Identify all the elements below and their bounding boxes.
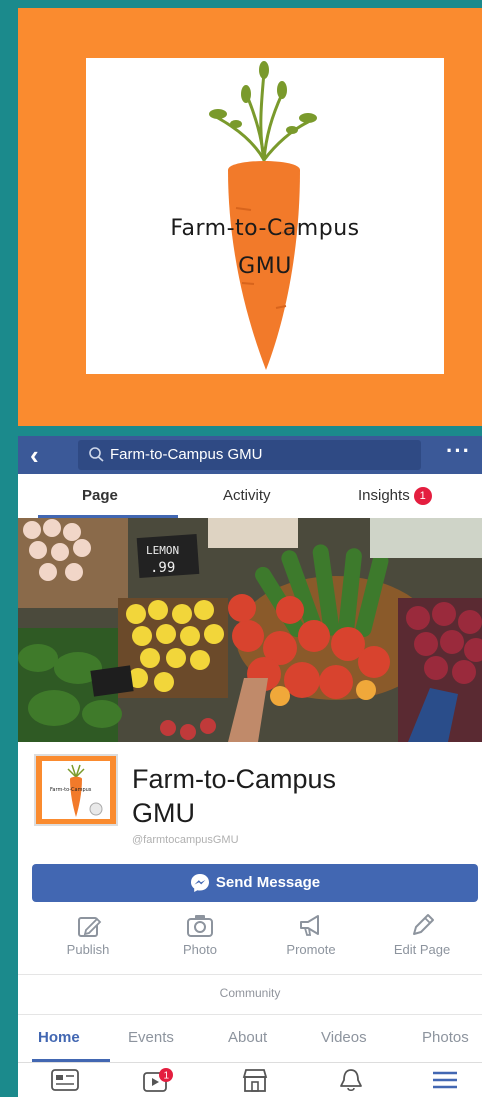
page-section-tabs: Home Events About Videos Photos <box>18 1014 482 1062</box>
search-field[interactable]: Farm-to-Campus GMU <box>78 440 421 470</box>
page-name-line1: Farm-to-Campus <box>132 764 337 794</box>
megaphone-icon <box>263 910 359 940</box>
svg-text:.99: .99 <box>150 560 175 576</box>
insights-badge: 1 <box>413 487 432 506</box>
send-message-label: Send Message <box>215 874 321 891</box>
page-actions: Publish Photo Promote Edit Page <box>18 910 482 974</box>
svg-text:Farm-to-Campus: Farm-to-Campus <box>50 787 92 793</box>
search-text: Farm-to-Campus GMU <box>110 446 263 463</box>
top-bar: ‹ Farm-to-Campus GMU ··· <box>18 436 482 474</box>
divider <box>18 974 482 975</box>
promote-label: Promote <box>286 942 336 957</box>
camera-icon <box>152 910 248 940</box>
edit-page-label: Edit Page <box>393 942 451 957</box>
cover-photo[interactable]: LEMON .99 <box>18 518 482 742</box>
video-icon[interactable]: 1 <box>142 1067 173 1093</box>
tab-page[interactable]: Page <box>82 474 118 518</box>
photo-label: Photo <box>183 942 217 957</box>
publish-label: Publish <box>66 942 110 957</box>
svg-text:LEMON: LEMON <box>146 544 179 557</box>
logo-panel: Farm-to-Campus GMU <box>18 8 482 426</box>
page-tabs: Page Activity Insights 1 <box>18 474 482 519</box>
page-handle: @farmtocampusGMU <box>132 834 239 846</box>
page-name-line2: GMU <box>132 798 195 828</box>
tab-events[interactable]: Events <box>128 1014 174 1062</box>
tab-page-label: Page <box>82 487 118 504</box>
screenshot-frame: Farm-to-Campus GMU ‹ Farm-to-Campus GMU … <box>18 8 482 1097</box>
promote-button[interactable]: Promote <box>263 910 359 957</box>
back-arrow-icon[interactable]: ‹ <box>30 440 39 470</box>
edit-square-icon <box>40 910 136 940</box>
video-badge: 1 <box>164 1071 170 1082</box>
logo-card: Farm-to-Campus GMU <box>86 58 444 374</box>
tab-home[interactable]: Home <box>38 1014 80 1062</box>
bottom-navigation: 1 <box>18 1062 482 1097</box>
tab-about[interactable]: About <box>228 1014 267 1062</box>
logo-title-line1: Farm-to-Campus <box>170 216 360 241</box>
tab-activity-label: Activity <box>223 487 271 504</box>
bell-icon[interactable] <box>336 1067 366 1093</box>
news-feed-icon[interactable] <box>50 1067 80 1093</box>
facebook-page-screen: ‹ Farm-to-Campus GMU ··· Page Activity I… <box>18 436 482 1097</box>
photo-button[interactable]: Photo <box>152 910 248 957</box>
tab-photos[interactable]: Photos <box>422 1014 469 1062</box>
tab-insights[interactable]: Insights 1 <box>358 474 432 518</box>
pencil-icon <box>374 910 470 940</box>
send-message-button[interactable]: Send Message <box>32 864 478 902</box>
tab-activity[interactable]: Activity <box>223 474 271 518</box>
tab-insights-label: Insights <box>358 487 410 504</box>
publish-button[interactable]: Publish <box>40 910 136 957</box>
logo-title-line2: GMU <box>238 254 292 279</box>
profile-logo-thumbnail: Farm-to-Campus <box>42 761 110 819</box>
marketplace-icon[interactable] <box>240 1067 270 1093</box>
messenger-icon <box>190 874 209 893</box>
market-produce-image: LEMON .99 <box>18 518 482 742</box>
more-options-icon[interactable]: ··· <box>446 438 471 464</box>
menu-icon[interactable] <box>430 1067 460 1093</box>
edit-page-button[interactable]: Edit Page <box>374 910 470 957</box>
community-label: Community <box>219 986 281 1000</box>
profile-picture[interactable]: Farm-to-Campus <box>34 754 118 826</box>
page-name: Farm-to-Campus GMU <box>132 762 336 830</box>
tab-videos[interactable]: Videos <box>321 1014 367 1062</box>
